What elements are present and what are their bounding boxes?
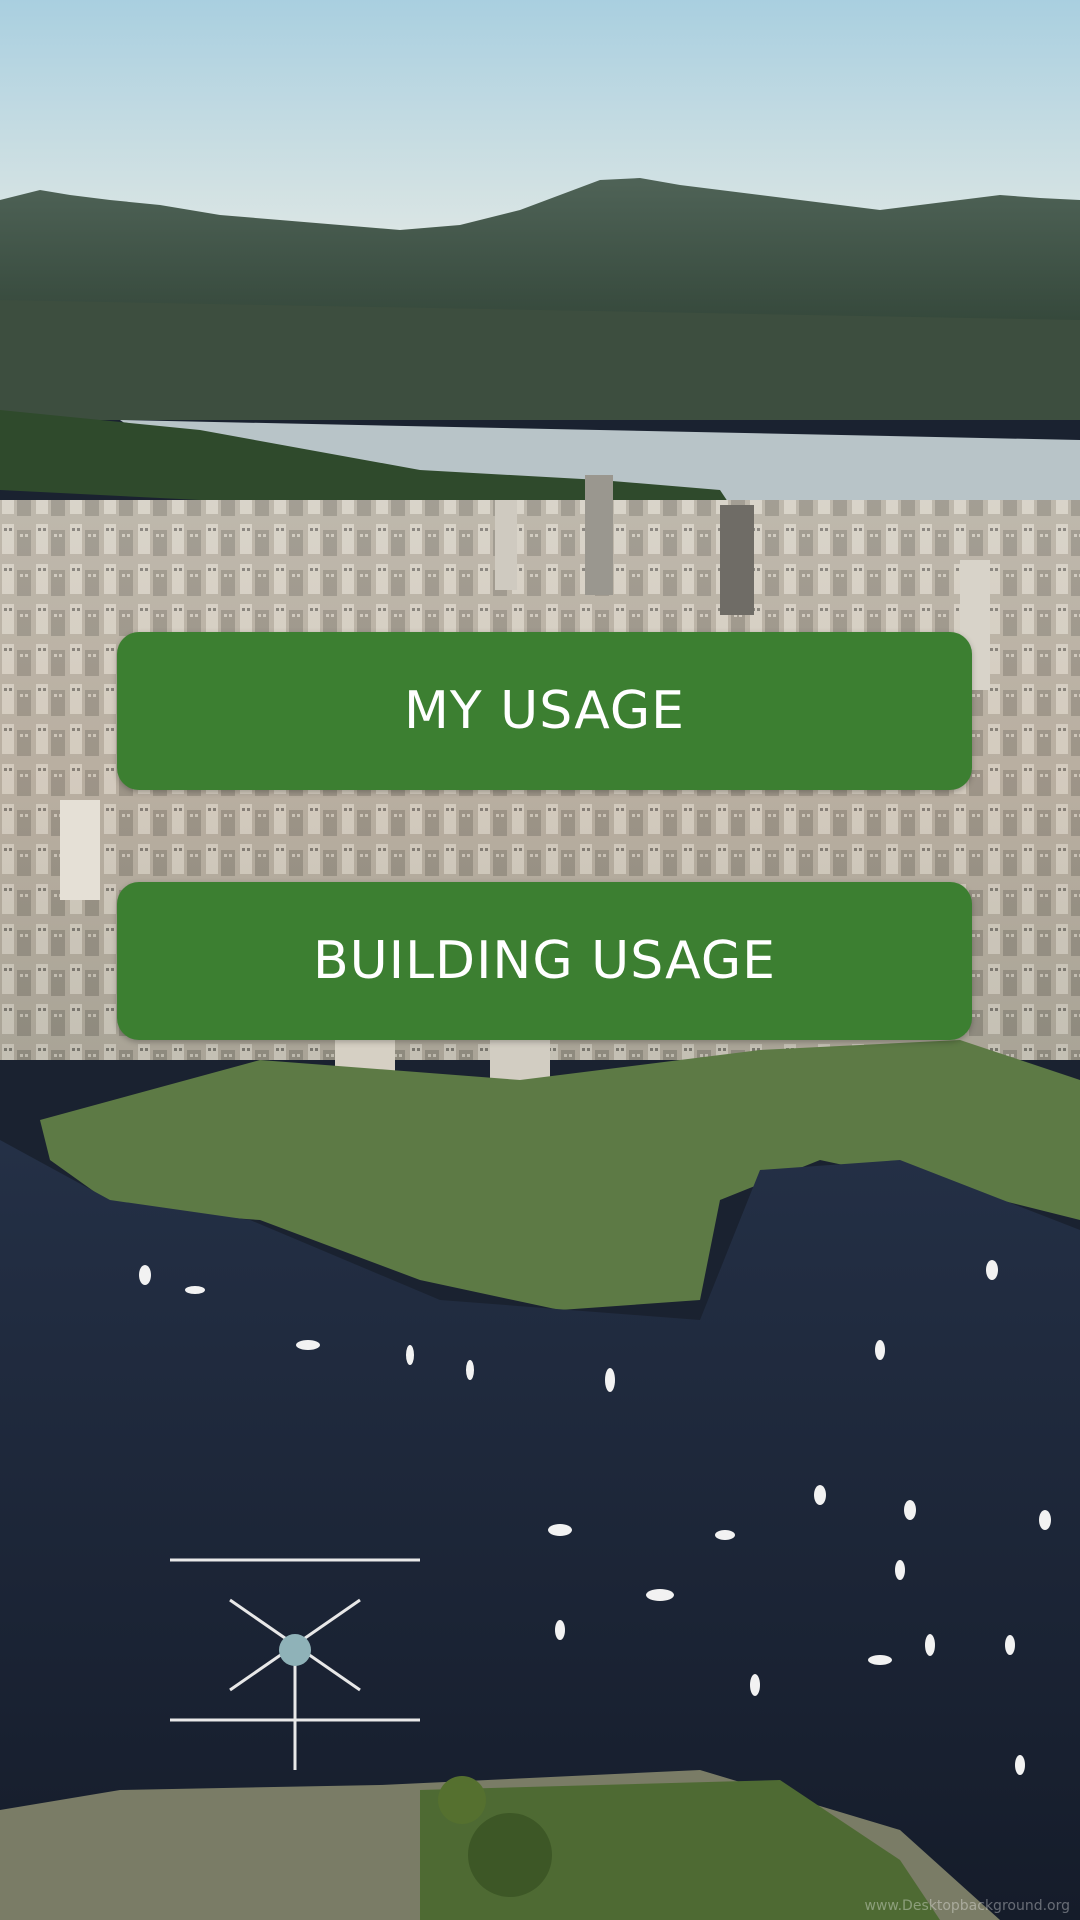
watermark: www.Desktopbackground.org: [864, 1898, 1070, 1914]
building-usage-button[interactable]: BUILDING USAGE: [117, 882, 972, 1040]
home-screen: MY USAGE BUILDING USAGE www.Desktopbackg…: [0, 0, 1080, 1920]
my-usage-button[interactable]: MY USAGE: [117, 632, 972, 790]
